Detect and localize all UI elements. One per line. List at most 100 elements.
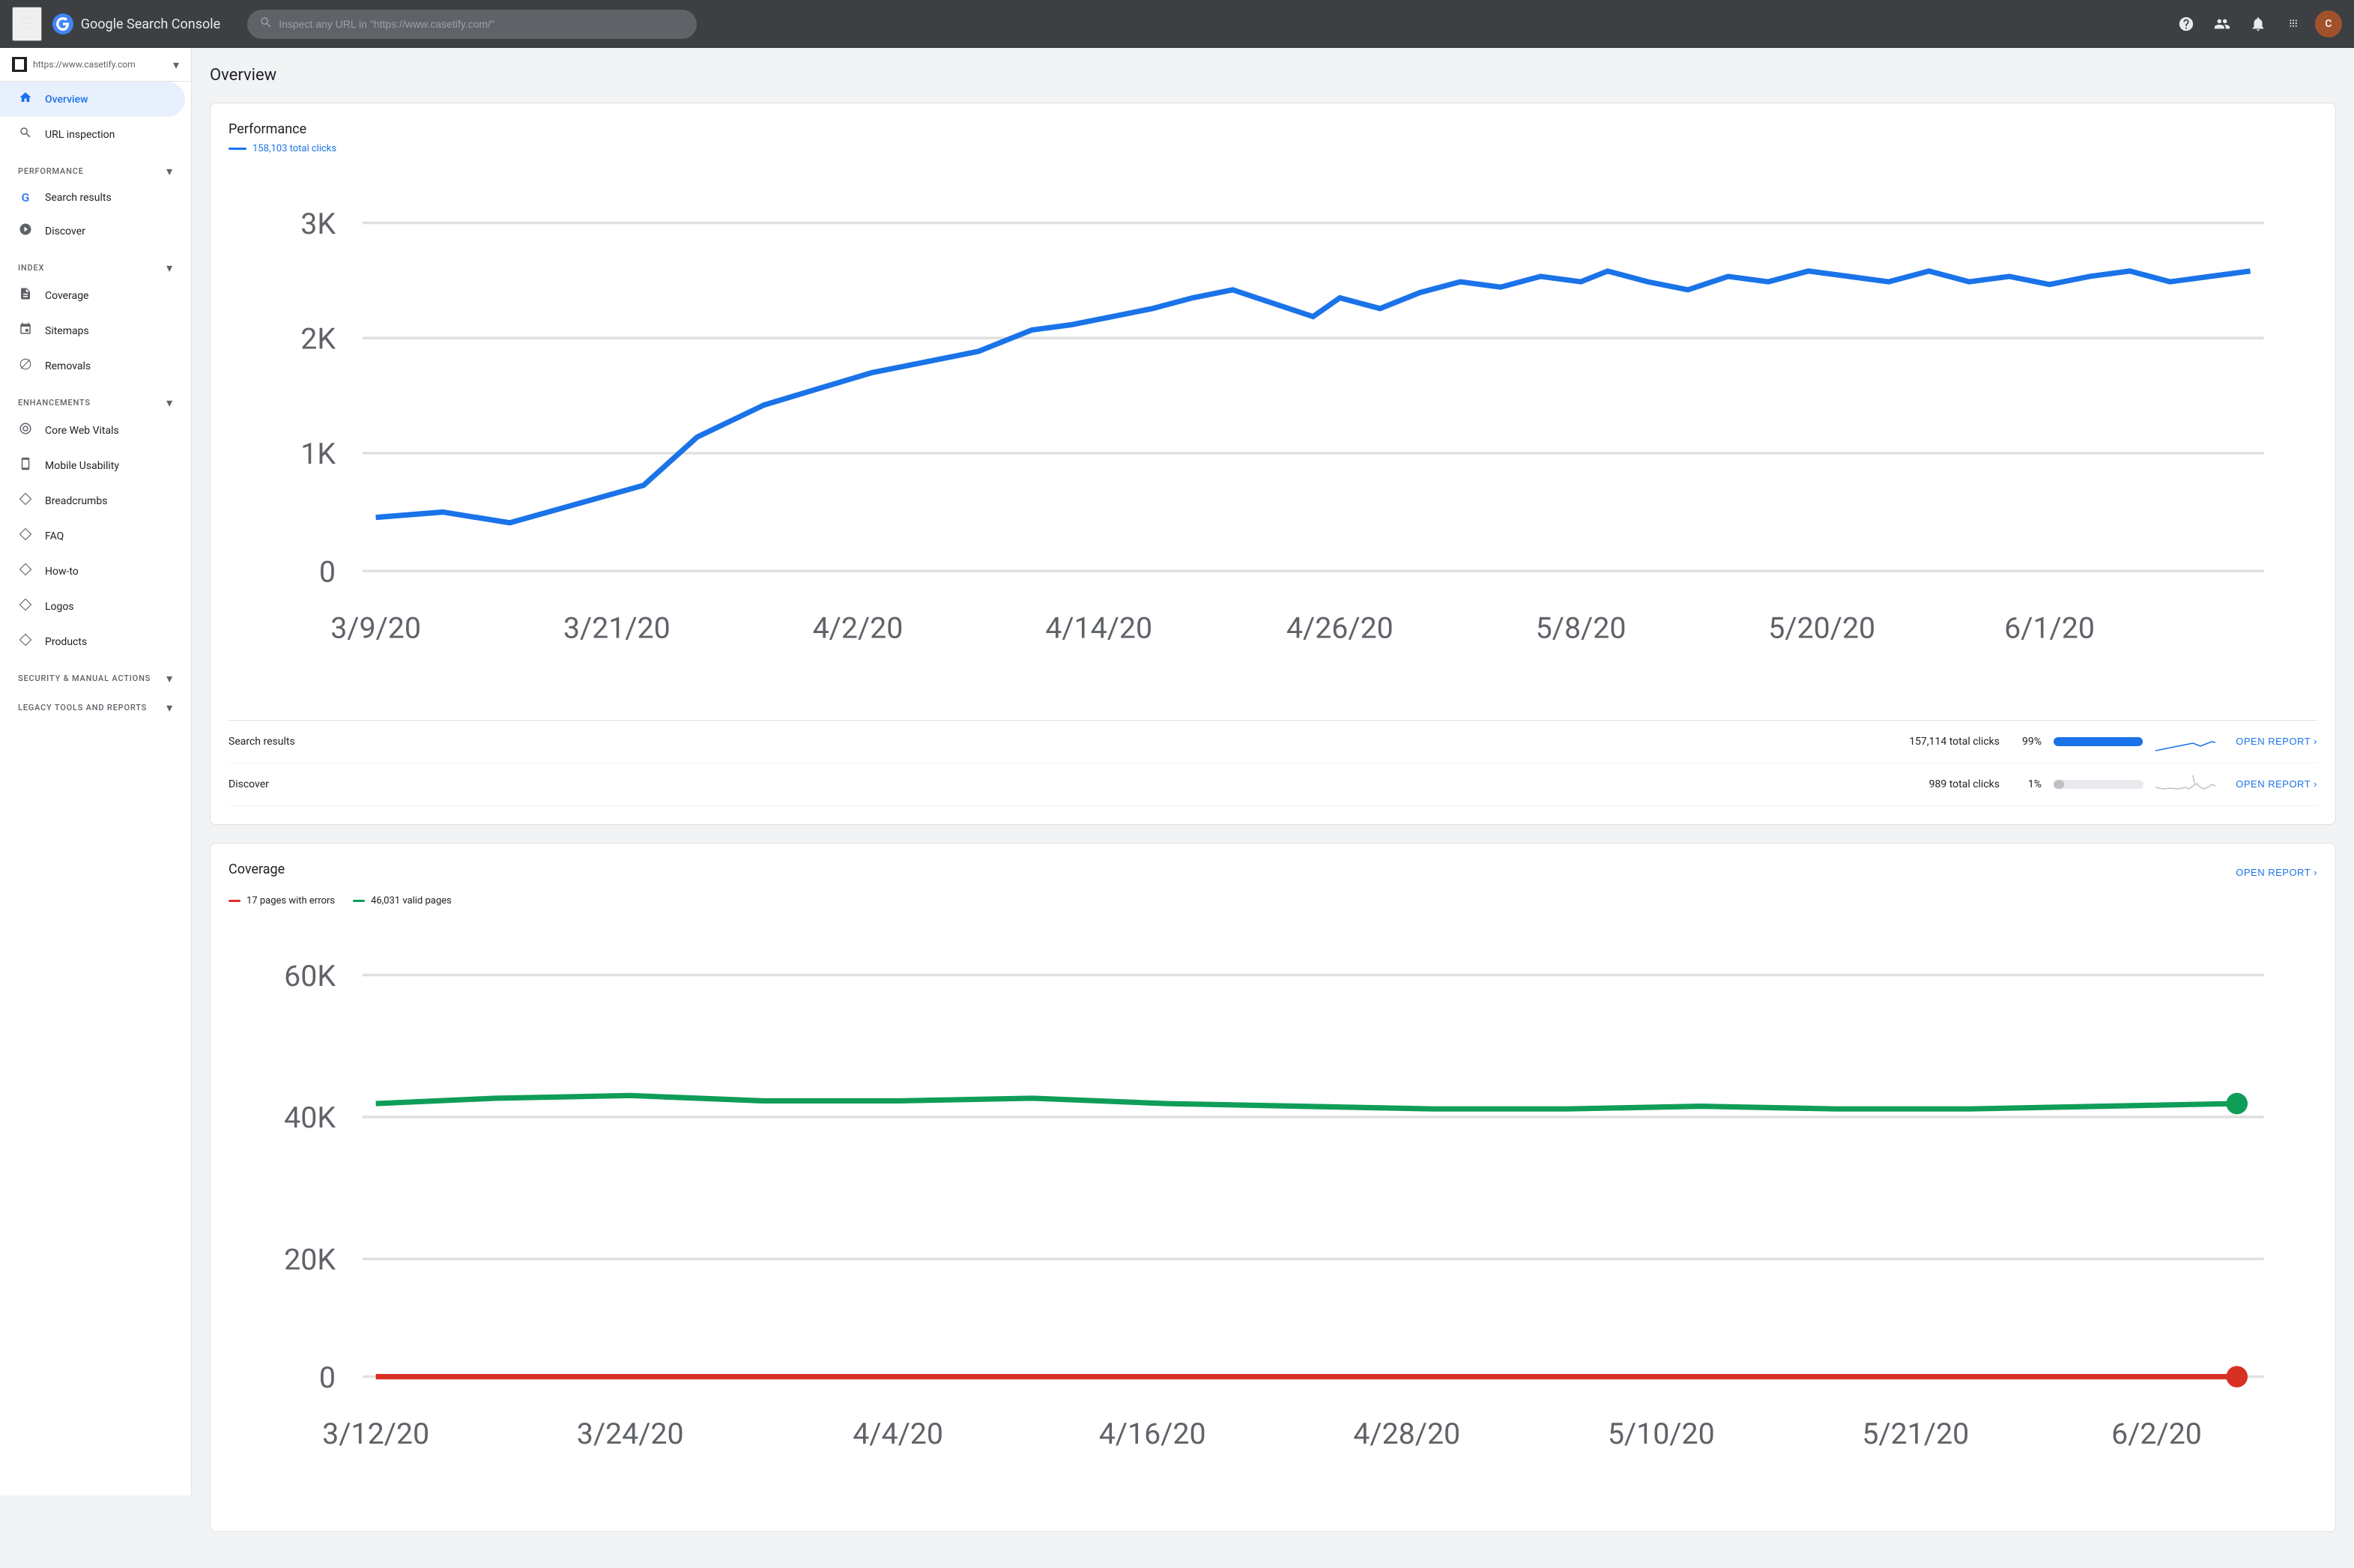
search-sparkline: [2155, 730, 2215, 754]
sidebar-item-faq[interactable]: FAQ: [0, 518, 185, 554]
url-inspection-icon: [18, 126, 33, 143]
faq-label: FAQ: [45, 530, 64, 542]
logos-icon: [18, 598, 33, 615]
sidebar-item-url-inspection[interactable]: URL inspection: [0, 117, 185, 152]
performance-legend-text: 158,103 total clicks: [252, 143, 336, 154]
search-icon: [259, 16, 273, 33]
coverage-valid-legend: 46,031 valid pages: [353, 895, 452, 906]
performance-card: Performance 158,103 total clicks 3K 2K 1…: [210, 103, 2336, 825]
sidebar-item-how-to[interactable]: How-to: [0, 554, 185, 589]
coverage-chart-svg: 60K 40K 20K 0 3/12/20 3/24/20 4/4/20 4: [229, 921, 2317, 1510]
sidebar-item-breadcrumbs[interactable]: Breadcrumbs: [0, 483, 185, 518]
svg-text:3/9/20: 3/9/20: [330, 611, 421, 646]
sidebar-item-removals[interactable]: Removals: [0, 348, 185, 384]
how-to-label: How-to: [45, 566, 79, 578]
enhancements-chevron-icon[interactable]: ▾: [166, 396, 173, 410]
svg-text:20K: 20K: [284, 1243, 336, 1277]
sidebar-item-core-web-vitals[interactable]: Core Web Vitals: [0, 413, 185, 448]
core-web-vitals-label: Core Web Vitals: [45, 425, 119, 437]
products-icon: [18, 633, 33, 650]
svg-text:40K: 40K: [284, 1101, 336, 1135]
products-label: Products: [45, 636, 87, 648]
property-chevron-icon[interactable]: ▾: [173, 58, 179, 72]
coverage-open-report-chevron-icon: ›: [2314, 867, 2317, 878]
coverage-errors-dot: [229, 900, 240, 902]
open-report-discover-chevron-icon: ›: [2314, 778, 2317, 790]
top-nav: ☰ Google Search Console C: [0, 0, 2354, 48]
perf-bar-discover: [2054, 780, 2064, 789]
google-g-icon: G: [18, 190, 33, 205]
svg-text:3K: 3K: [300, 207, 336, 241]
sidebar-item-search-results[interactable]: G Search results: [0, 181, 185, 214]
security-section-header: Security & Manual Actions ▾: [0, 659, 191, 688]
coverage-valid-line: [376, 1095, 2237, 1109]
google-logo-icon: [51, 12, 75, 36]
perf-row-search-pct: 99%: [2012, 736, 2042, 748]
coverage-card-header: Coverage OPEN REPORT ›: [229, 862, 2317, 883]
discover-label: Discover: [45, 225, 85, 237]
breadcrumbs-icon: [18, 492, 33, 509]
svg-text:5/20/20: 5/20/20: [1768, 611, 1875, 646]
svg-text:4/14/20: 4/14/20: [1045, 611, 1152, 646]
search-open-report-button[interactable]: OPEN REPORT ›: [2227, 736, 2317, 747]
performance-table: Search results 157,114 total clicks 99% …: [229, 720, 2317, 806]
coverage-valid-dot: [353, 900, 365, 902]
sitemaps-label: Sitemaps: [45, 325, 89, 337]
performance-chart: 3K 2K 1K 0 3/9/20 3/21/20 4/2/20 4/14/20…: [229, 169, 2317, 708]
nav-right: C: [2171, 9, 2342, 39]
how-to-icon: [18, 563, 33, 580]
enhancements-section-header: Enhancements ▾: [0, 384, 191, 413]
apps-button[interactable]: [2279, 9, 2309, 39]
sidebar-item-products[interactable]: Products: [0, 624, 185, 659]
sidebar-item-coverage[interactable]: Coverage: [0, 278, 185, 313]
svg-text:1K: 1K: [300, 437, 336, 471]
perf-row-discover-pct: 1%: [2012, 778, 2042, 790]
svg-text:4/26/20: 4/26/20: [1286, 611, 1394, 646]
coverage-card-title: Coverage: [229, 862, 285, 877]
app-logo[interactable]: Google Search Console: [51, 12, 220, 36]
svg-text:6/2/20: 6/2/20: [2111, 1417, 2202, 1451]
performance-chevron-icon[interactable]: ▾: [166, 164, 173, 178]
sidebar-item-mobile-usability[interactable]: Mobile Usability: [0, 448, 185, 483]
account-button[interactable]: [2207, 9, 2237, 39]
perf-row-discover-clicks: 989 total clicks: [1880, 778, 2000, 790]
sidebar: https://www.casetify.com ▾ Overview URL …: [0, 48, 192, 1495]
perf-row-search-name: Search results: [229, 736, 318, 748]
sidebar-item-logos[interactable]: Logos: [0, 589, 185, 624]
coverage-card: Coverage OPEN REPORT › 17 pages with err…: [210, 843, 2336, 1532]
menu-icon[interactable]: ☰: [12, 7, 42, 41]
perf-row-discover: Discover 989 total clicks 1% OPEN REPORT…: [229, 763, 2317, 806]
sidebar-item-discover[interactable]: Discover: [0, 214, 185, 249]
svg-text:6/1/20: 6/1/20: [2004, 611, 2095, 646]
core-web-vitals-icon: [18, 422, 33, 439]
security-chevron-icon[interactable]: ▾: [166, 671, 173, 685]
coverage-open-report-button[interactable]: OPEN REPORT ›: [2227, 867, 2317, 878]
notifications-button[interactable]: [2243, 9, 2273, 39]
discover-sparkline: [2155, 772, 2215, 796]
legacy-chevron-icon[interactable]: ▾: [166, 700, 173, 715]
search-input[interactable]: [279, 18, 685, 30]
discover-icon: [18, 223, 33, 240]
sitemaps-icon: [18, 322, 33, 339]
performance-legend-line: [229, 148, 246, 150]
search-bar[interactable]: [247, 10, 697, 39]
coverage-valid-end-dot: [2226, 1093, 2248, 1115]
performance-line: [376, 271, 2251, 523]
legacy-section-header: Legacy tools and reports ▾: [0, 688, 191, 718]
sidebar-item-sitemaps[interactable]: Sitemaps: [0, 313, 185, 348]
property-selector[interactable]: https://www.casetify.com ▾: [0, 48, 191, 82]
avatar[interactable]: C: [2315, 10, 2342, 37]
discover-open-report-button[interactable]: OPEN REPORT ›: [2227, 778, 2317, 790]
faq-icon: [18, 527, 33, 545]
performance-chart-svg: 3K 2K 1K 0 3/9/20 3/21/20 4/2/20 4/14/20…: [229, 169, 2317, 705]
perf-bar-search-container: [2054, 737, 2143, 746]
svg-text:5/10/20: 5/10/20: [1608, 1417, 1715, 1451]
index-chevron-icon[interactable]: ▾: [166, 261, 173, 275]
coverage-errors-text: 17 pages with errors: [246, 895, 335, 906]
property-logo-icon: [15, 59, 24, 70]
coverage-errors-end-dot: [2226, 1366, 2248, 1387]
svg-text:0: 0: [319, 1360, 336, 1395]
performance-legend: 158,103 total clicks: [229, 143, 2317, 154]
sidebar-item-overview[interactable]: Overview: [0, 82, 185, 117]
help-button[interactable]: [2171, 9, 2201, 39]
